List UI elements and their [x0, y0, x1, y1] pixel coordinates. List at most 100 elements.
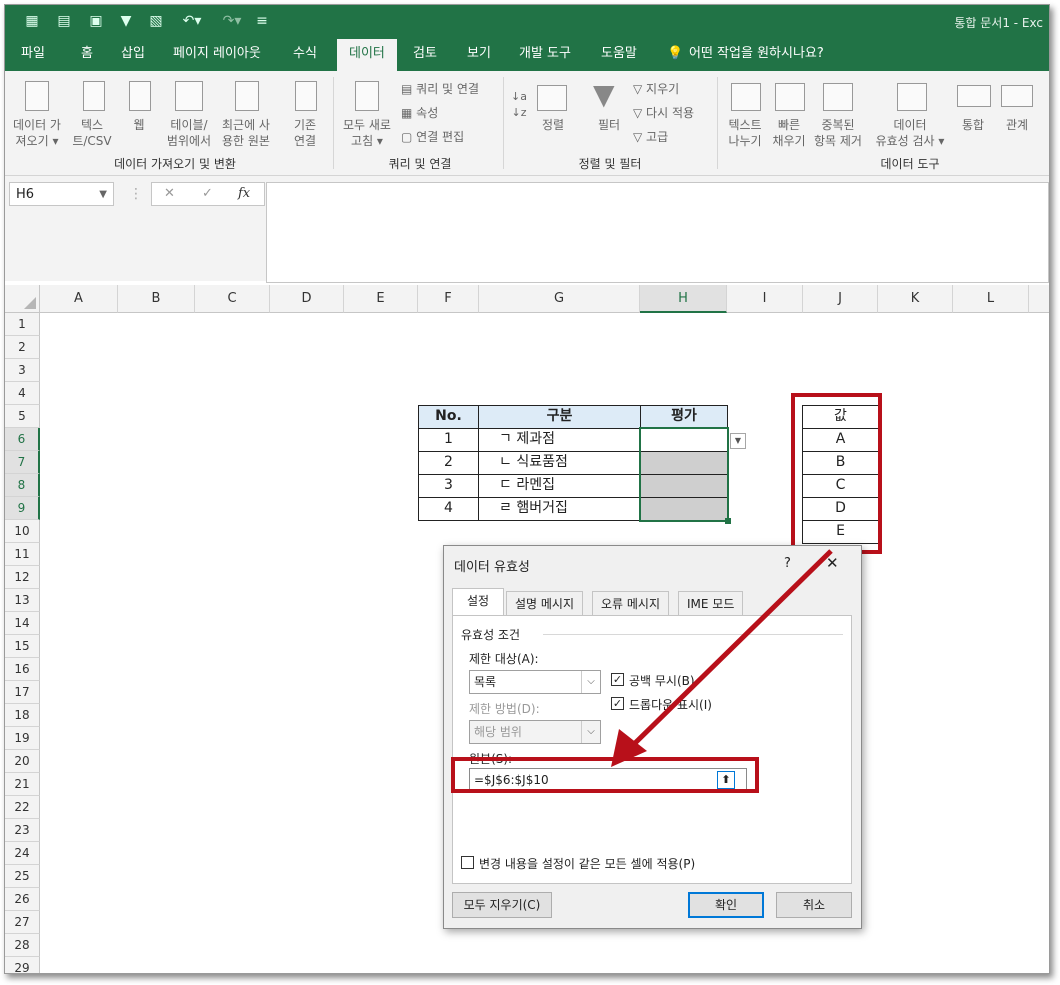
row-header-27[interactable]: 27: [5, 911, 40, 934]
formula-input[interactable]: [266, 182, 1049, 283]
filter-icon[interactable]: ▼: [117, 12, 135, 30]
customize-icon[interactable]: ≡: [253, 12, 271, 30]
row-header-18[interactable]: 18: [5, 704, 40, 727]
close-icon[interactable]: ✕: [826, 554, 839, 572]
in-cell-dropdown-checkbox[interactable]: ✓: [611, 697, 624, 710]
tab-developer[interactable]: 개발 도구: [519, 39, 571, 71]
table-cell-no[interactable]: 4: [418, 497, 479, 521]
tell-me-search[interactable]: 어떤 작업을 원하시나요?: [689, 39, 824, 71]
clear-all-button[interactable]: 모두 지우기(C): [452, 892, 552, 918]
table-cell-category[interactable]: ㄷ 라멘집: [478, 474, 641, 498]
ok-button[interactable]: 확인: [688, 892, 764, 918]
row-header-22[interactable]: 22: [5, 796, 40, 819]
row-header-13[interactable]: 13: [5, 589, 40, 612]
column-header-m[interactable]: [1029, 285, 1049, 313]
row-header-26[interactable]: 26: [5, 888, 40, 911]
tab-help[interactable]: 도움말: [601, 39, 637, 71]
column-header-i[interactable]: I: [727, 285, 803, 313]
row-header-15[interactable]: 15: [5, 635, 40, 658]
row-header-3[interactable]: 3: [5, 359, 40, 382]
column-header-e[interactable]: E: [344, 285, 418, 313]
row-header-5[interactable]: 5: [5, 405, 40, 428]
table-icon[interactable]: ▦: [23, 12, 41, 30]
tab-settings[interactable]: 설정: [452, 588, 504, 616]
enter-icon[interactable]: ✓: [202, 186, 213, 201]
tab-view[interactable]: 보기: [467, 39, 491, 71]
row-header-14[interactable]: 14: [5, 612, 40, 635]
tab-home[interactable]: 홈: [81, 39, 93, 71]
row-header-9[interactable]: 9: [5, 497, 40, 520]
row-header-6[interactable]: 6: [5, 428, 40, 451]
tab-insert[interactable]: 삽입: [121, 39, 145, 71]
insert-function-icon[interactable]: fx: [238, 186, 250, 201]
row-header-1[interactable]: 1: [5, 313, 40, 336]
row-header-28[interactable]: 28: [5, 934, 40, 957]
row-header-21[interactable]: 21: [5, 773, 40, 796]
column-header-b[interactable]: B: [118, 285, 195, 313]
row-header-24[interactable]: 24: [5, 842, 40, 865]
row-header-11[interactable]: 11: [5, 543, 40, 566]
tab-page-layout[interactable]: 페이지 레이아웃: [173, 39, 261, 71]
row-header-29[interactable]: 29: [5, 957, 40, 973]
table-cell-no[interactable]: 1: [418, 428, 479, 452]
tab-data[interactable]: 데이터: [337, 39, 397, 71]
row-header-8[interactable]: 8: [5, 474, 40, 497]
column-header-h[interactable]: H: [640, 285, 727, 313]
row-header-4[interactable]: 4: [5, 382, 40, 405]
table-header-no[interactable]: No.: [418, 405, 479, 429]
sort-icon[interactable]: ▧: [147, 12, 165, 30]
queries-connections-button[interactable]: ▤ 쿼리 및 연결: [401, 81, 479, 97]
cancel-button[interactable]: 취소: [776, 892, 852, 918]
row-header-19[interactable]: 19: [5, 727, 40, 750]
column-header-a[interactable]: A: [40, 285, 118, 313]
tab-formulas[interactable]: 수식: [293, 39, 317, 71]
fill-handle[interactable]: [725, 518, 731, 524]
column-header-f[interactable]: F: [418, 285, 479, 313]
cancel-icon[interactable]: ✕: [164, 186, 175, 201]
advanced-filter-button[interactable]: ▽ 고급: [633, 129, 668, 145]
chevron-down-icon[interactable]: ▼: [99, 183, 107, 207]
row-header-2[interactable]: 2: [5, 336, 40, 359]
table-cell-category[interactable]: ㄴ 식료품점: [478, 451, 641, 475]
tab-file[interactable]: 파일: [21, 39, 45, 71]
row-header-25[interactable]: 25: [5, 865, 40, 888]
row-header-17[interactable]: 17: [5, 681, 40, 704]
properties-button[interactable]: ▦ 속성: [401, 105, 438, 121]
column-header-k[interactable]: K: [878, 285, 953, 313]
table-cell-category[interactable]: ㄹ 햄버거집: [478, 497, 641, 521]
ignore-blank-checkbox[interactable]: ✓: [611, 673, 624, 686]
select-all-corner[interactable]: [5, 285, 40, 313]
column-header-c[interactable]: C: [195, 285, 270, 313]
row-header-16[interactable]: 16: [5, 658, 40, 681]
row-header-7[interactable]: 7: [5, 451, 40, 474]
undo-icon[interactable]: ↶▾: [177, 12, 207, 30]
reapply-button[interactable]: ▽ 다시 적용: [633, 105, 694, 121]
name-box[interactable]: H6 ▼: [9, 182, 114, 206]
help-icon[interactable]: ?: [784, 556, 791, 571]
tab-review[interactable]: 검토: [413, 39, 437, 71]
row-header-10[interactable]: 10: [5, 520, 40, 543]
tab-input-message[interactable]: 설명 메시지: [506, 591, 584, 615]
row-header-23[interactable]: 23: [5, 819, 40, 842]
table-cell-no[interactable]: 2: [418, 451, 479, 475]
tab-ime-mode[interactable]: IME 모드: [678, 591, 744, 615]
table-cell-no[interactable]: 3: [418, 474, 479, 498]
table-header-category[interactable]: 구분: [478, 405, 641, 429]
column-header-j[interactable]: J: [803, 285, 878, 313]
column-header-g[interactable]: G: [479, 285, 640, 313]
column-header-d[interactable]: D: [270, 285, 344, 313]
chevron-down-icon[interactable]: ⌵: [581, 671, 600, 693]
save-icon[interactable]: ▣: [87, 12, 105, 30]
clear-filter-button[interactable]: ▽ 지우기: [633, 81, 679, 97]
tab-error-alert[interactable]: 오류 메시지: [592, 591, 670, 615]
table-header-rating[interactable]: 평가: [640, 405, 728, 429]
column-header-l[interactable]: L: [953, 285, 1029, 313]
sort-az-button[interactable]: ↓a ↓z: [511, 89, 527, 121]
apply-all-checkbox[interactable]: [461, 856, 474, 869]
table-cell-category[interactable]: ㄱ 제과점: [478, 428, 641, 452]
form-icon[interactable]: ▤: [55, 12, 73, 30]
row-header-12[interactable]: 12: [5, 566, 40, 589]
allow-select[interactable]: 목록 ⌵: [469, 670, 601, 694]
edit-links-button[interactable]: ▢ 연결 편집: [401, 129, 464, 145]
dropdown-arrow-icon[interactable]: ▼: [730, 433, 746, 449]
